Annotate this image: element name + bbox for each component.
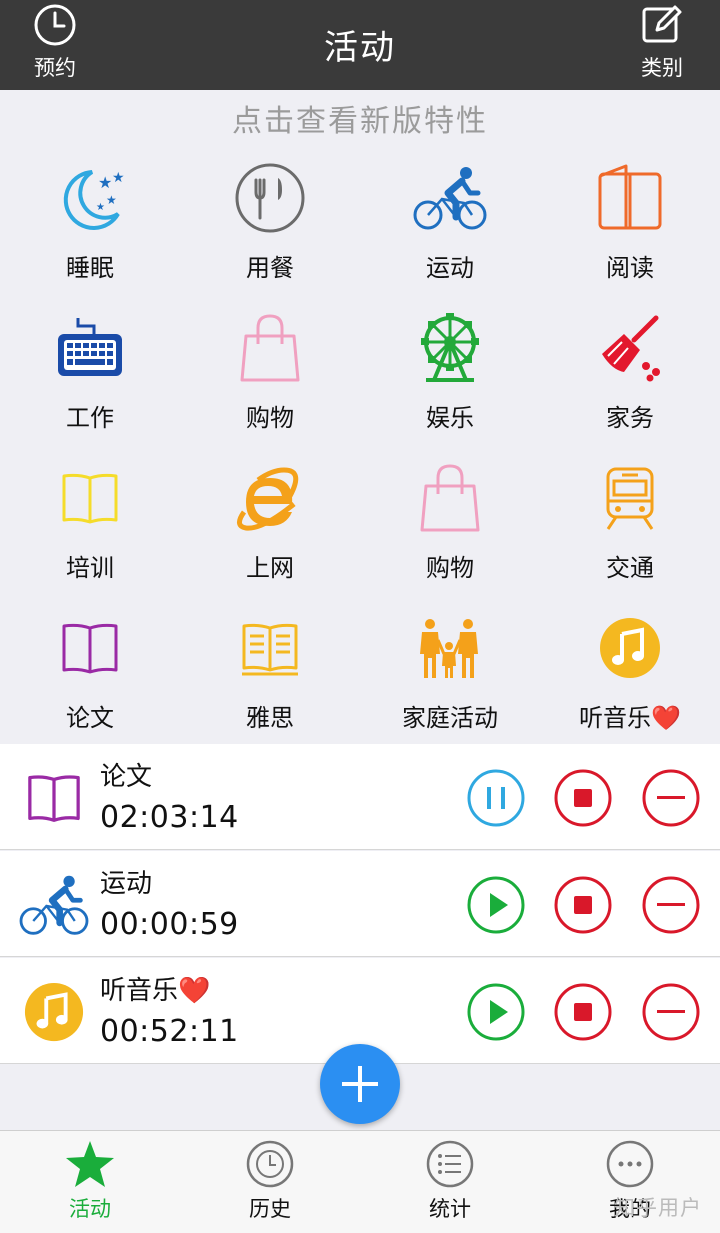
remove-button[interactable] <box>641 875 701 935</box>
category-label-text: 听音乐 <box>579 704 652 732</box>
list-item[interactable]: 运动 00:00:59 <box>0 851 720 957</box>
category-label: 用餐 <box>246 254 294 282</box>
activity-name-text: 听音乐 <box>100 976 179 1006</box>
category-label: 阅读 <box>606 254 654 282</box>
music-note-icon <box>600 618 660 678</box>
category-thesis[interactable]: 论文 <box>0 600 180 740</box>
category-internet[interactable]: 上网 <box>180 450 360 590</box>
bottom-tab-bar: 活动 历史 统计 我的 <box>0 1130 720 1233</box>
list-item[interactable]: 论文 02:03:14 <box>0 744 720 850</box>
book-icon <box>62 623 118 674</box>
remove-button[interactable] <box>641 982 701 1042</box>
top-bar: 预约 活动 类别 <box>0 0 720 90</box>
stop-button[interactable] <box>553 768 613 828</box>
category-label: 上网 <box>246 554 294 582</box>
watermark: 知乎用户 <box>614 1196 702 1220</box>
cyclist-icon <box>19 875 89 935</box>
category-music[interactable]: 听音乐❤️ <box>540 600 720 740</box>
tab-label: 历史 <box>249 1197 291 1221</box>
category-label: 雅思 <box>246 704 294 732</box>
book-icon <box>28 775 80 822</box>
category-label: 听音乐❤️ <box>579 698 681 733</box>
category-label: 睡眠 <box>66 254 114 282</box>
play-button[interactable] <box>466 875 526 935</box>
category-ielts[interactable]: 雅思 <box>180 600 360 740</box>
pause-button[interactable] <box>466 768 526 828</box>
shopping-bag-icon <box>240 314 300 382</box>
svg-text:★: ★ <box>98 173 112 192</box>
train-icon <box>606 467 654 530</box>
category-button[interactable]: 类别 <box>607 0 717 90</box>
category-label: 购物 <box>246 404 294 432</box>
category-label: 交通 <box>606 554 654 582</box>
activity-timer: 00:00:59 <box>100 907 239 942</box>
category-label: 购物 <box>426 554 474 582</box>
book-lines-icon <box>242 623 298 676</box>
category-reading[interactable]: 阅读 <box>540 150 720 290</box>
tab-history[interactable]: 历史 <box>180 1139 360 1233</box>
keyboard-icon <box>58 318 122 376</box>
family-icon <box>420 619 478 678</box>
book-icon <box>62 473 118 524</box>
heart-icon: ❤️ <box>651 704 681 732</box>
category-label: 运动 <box>426 254 474 282</box>
music-note-icon <box>24 982 84 1042</box>
more-icon <box>606 1140 654 1188</box>
category-sleep[interactable]: ★ ★ ★ ★ 睡眠 <box>0 150 180 290</box>
category-training[interactable]: 培训 <box>0 450 180 590</box>
cyclist-icon <box>413 167 487 230</box>
star-icon <box>66 1141 114 1187</box>
category-label: 论文 <box>66 704 114 732</box>
category-label: 娱乐 <box>426 404 474 432</box>
category-housework[interactable]: 家务 <box>540 300 720 440</box>
moon-stars-icon: ★ ★ ★ ★ <box>63 170 125 230</box>
category-sport[interactable]: 运动 <box>360 150 540 290</box>
category-label: 类别 <box>641 56 683 80</box>
broom-icon <box>602 315 660 382</box>
tab-statistics[interactable]: 统计 <box>360 1139 540 1233</box>
category-entertainment[interactable]: 娱乐 <box>360 300 540 440</box>
activity-name: 运动 <box>100 869 153 899</box>
svg-text:★: ★ <box>96 202 105 213</box>
svg-text:★: ★ <box>106 193 117 207</box>
category-label: 家务 <box>606 404 654 432</box>
edit-icon <box>642 5 682 43</box>
activity-timer: 02:03:14 <box>100 800 239 835</box>
category-transport[interactable]: 交通 <box>540 450 720 590</box>
browser-e-icon <box>237 467 299 531</box>
plus-icon <box>342 1066 378 1102</box>
category-family[interactable]: 家庭活动 <box>360 600 540 740</box>
svg-text:★: ★ <box>112 170 125 186</box>
category-shopping[interactable]: 购物 <box>180 300 360 440</box>
tab-label: 统计 <box>429 1197 471 1221</box>
stop-button[interactable] <box>553 875 613 935</box>
category-meal[interactable]: 用餐 <box>180 150 360 290</box>
ferris-wheel-icon <box>421 313 479 382</box>
shopping-bag-icon <box>420 464 480 532</box>
category-label: 工作 <box>66 404 114 432</box>
list-icon <box>426 1140 474 1188</box>
book-open-icon <box>598 164 662 230</box>
tab-activity[interactable]: 活动 <box>0 1139 180 1233</box>
category-label: 培训 <box>66 554 114 582</box>
play-button[interactable] <box>466 982 526 1042</box>
tab-label: 活动 <box>69 1197 111 1221</box>
category-shopping-2[interactable]: 购物 <box>360 450 540 590</box>
activity-timer: 00:52:11 <box>100 1014 239 1049</box>
heart-icon: ❤️ <box>178 976 211 1006</box>
activity-name: 论文 <box>100 762 153 792</box>
stop-button[interactable] <box>553 982 613 1042</box>
activity-name: 听音乐❤️ <box>100 970 210 1007</box>
remove-button[interactable] <box>641 768 701 828</box>
add-activity-button[interactable] <box>320 1044 400 1124</box>
category-label: 家庭活动 <box>402 704 498 732</box>
history-icon <box>246 1140 294 1188</box>
new-features-link[interactable]: 点击查看新版特性 <box>0 96 720 140</box>
category-work[interactable]: 工作 <box>0 300 180 440</box>
fork-knife-icon <box>235 163 305 233</box>
